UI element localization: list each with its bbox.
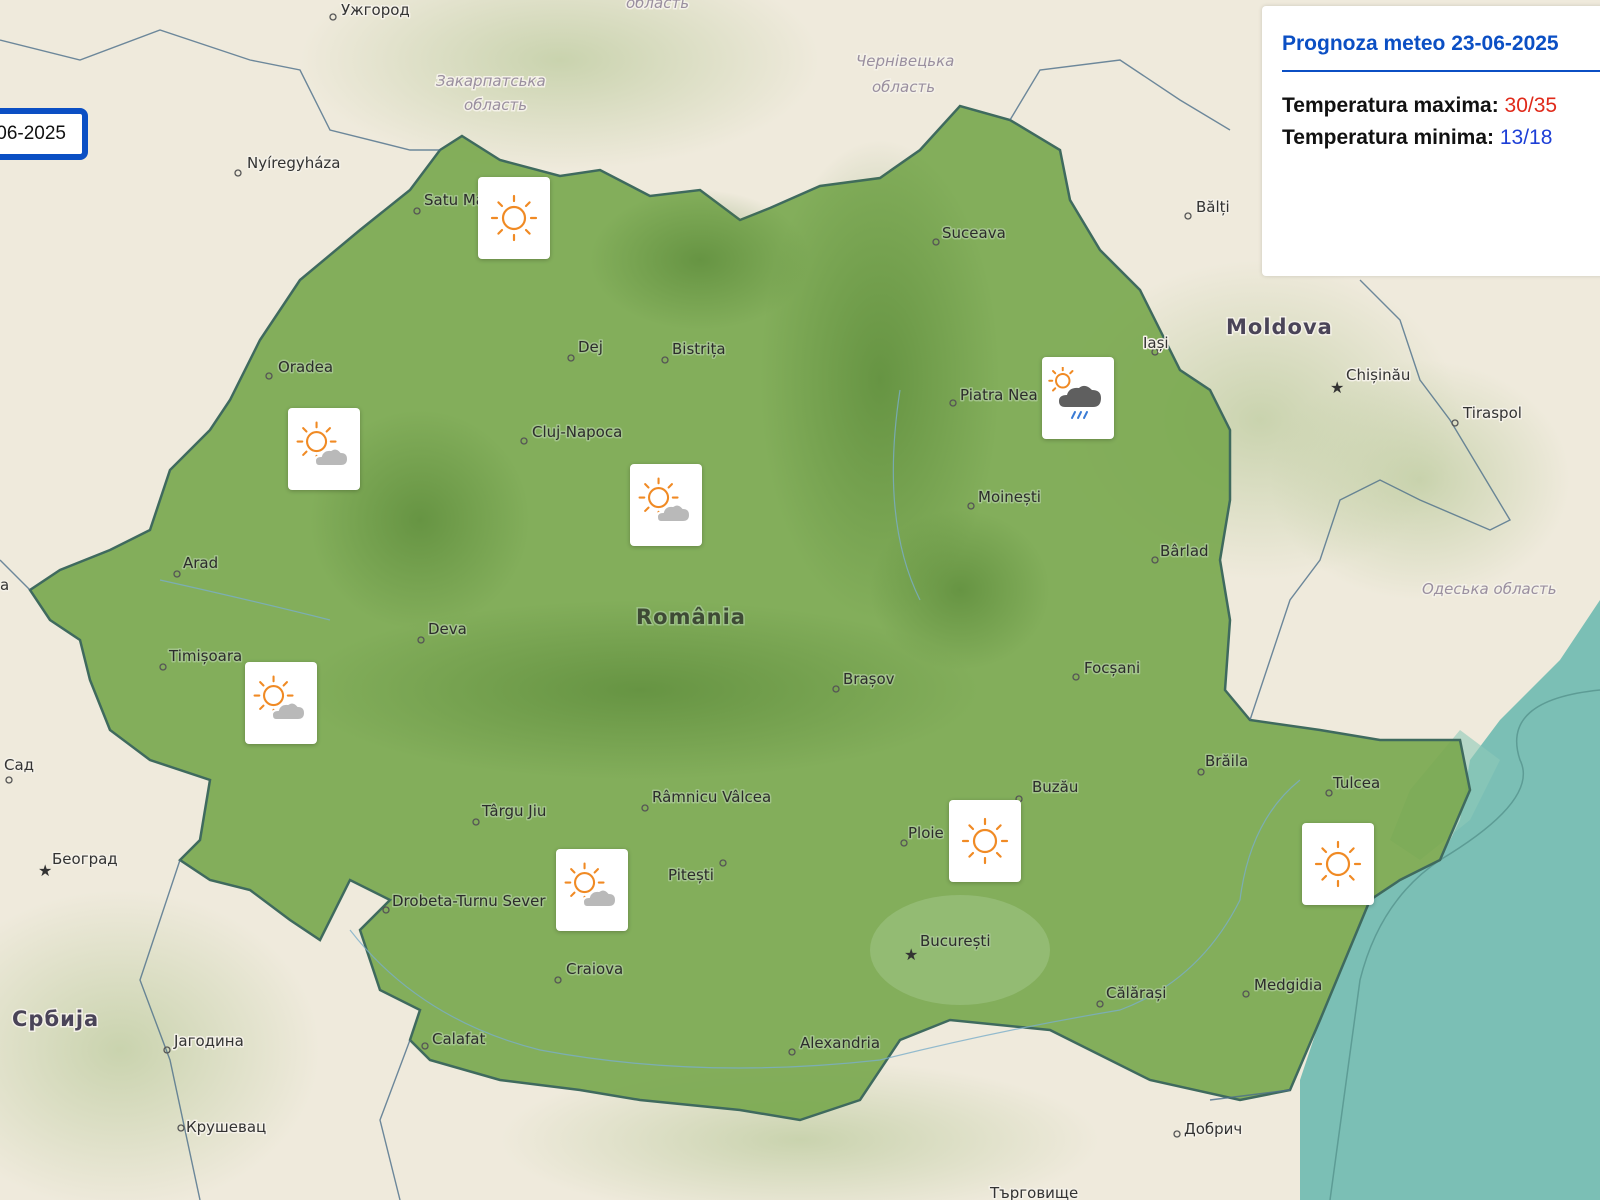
city-label: Deva	[428, 620, 467, 638]
city-label: Јагодина	[173, 1032, 244, 1050]
weather-marker-craiova[interactable]	[556, 849, 628, 931]
max-temperature-row: Temperatura maxima: 30/35	[1282, 94, 1557, 118]
city-label: Satu Ma	[424, 191, 485, 209]
city-label: Сад	[4, 756, 34, 774]
city-label: Ужгород	[341, 1, 410, 19]
sun-cloud-icon	[296, 421, 350, 468]
city-label: Alexandria	[800, 1034, 880, 1052]
capital-star: ★	[38, 861, 52, 880]
city-label: Brăila	[1205, 752, 1248, 770]
forecast-title: Prognoza meteo 23-06-2025	[1282, 32, 1559, 55]
city-label: Craiova	[566, 960, 623, 978]
city-label: Добрич	[1184, 1120, 1242, 1138]
capital-star: ★	[1330, 378, 1344, 397]
city-label: Râmnicu Vâlcea	[652, 788, 771, 806]
city-label: Târgu Jiu	[481, 802, 546, 820]
city-label: Крушевац	[186, 1118, 266, 1136]
city-label: Tulcea	[1332, 774, 1380, 792]
city-label: Bălți	[1196, 198, 1230, 216]
city-label: Buzău	[1032, 778, 1078, 796]
weather-marker-constanta[interactable]	[1302, 823, 1374, 905]
country-label-moldova: Moldova	[1226, 315, 1333, 339]
bucharest-area	[870, 895, 1050, 1005]
min-temperature-row: Temperatura minima: 13/18	[1282, 126, 1552, 150]
city-label: Focșani	[1084, 659, 1140, 677]
city-label: București	[920, 932, 990, 950]
region-label: Одеська область	[1422, 580, 1557, 598]
region-label: Чернівецька	[856, 52, 954, 70]
city-label: Chișinău	[1346, 366, 1410, 384]
city-label: Călărași	[1106, 984, 1166, 1002]
date-selector-label: 06-2025	[0, 123, 66, 144]
city-label: Arad	[183, 554, 218, 572]
city-label: Suceava	[942, 224, 1006, 242]
sun-icon	[961, 817, 1009, 865]
city-label: Brașov	[843, 670, 895, 688]
country-label-romania: România	[636, 605, 746, 629]
weather-marker-bucuresti[interactable]	[949, 800, 1021, 882]
sun-cloud-rain-icon	[1047, 367, 1103, 420]
region-label: область	[626, 0, 689, 12]
city-label: Београд	[52, 850, 118, 868]
city-label: Calafat	[432, 1030, 485, 1048]
city-label: Iași	[1143, 334, 1169, 352]
city-label: Drobeta-Turnu Sever	[392, 892, 546, 910]
date-selector[interactable]: 06-2025	[0, 108, 88, 160]
city-label: Piatra Nea	[960, 386, 1038, 404]
capital-star: ★	[904, 945, 918, 964]
weather-marker-timisoara[interactable]	[245, 662, 317, 744]
city-label: Oradea	[278, 358, 333, 376]
sun-cloud-icon	[638, 477, 692, 524]
city-label: Bârlad	[1160, 542, 1209, 560]
city-label: Търговище	[989, 1184, 1078, 1200]
max-temperature-label: Temperatura maxima:	[1282, 94, 1505, 117]
city-label: Dej	[578, 338, 603, 356]
city-label: Timișoara	[168, 647, 242, 665]
region-label: область	[464, 96, 527, 114]
city-label: Tiraspol	[1462, 404, 1522, 422]
min-temperature-label: Temperatura minima:	[1282, 126, 1500, 149]
region-label: область	[872, 78, 935, 96]
weather-marker-satu-mare[interactable]	[478, 177, 550, 259]
weather-marker-cluj[interactable]	[630, 464, 702, 546]
sun-cloud-icon	[564, 862, 618, 909]
city-label: a	[0, 576, 9, 594]
city-label: Ploie	[908, 824, 944, 842]
city-label: Cluj-Napoca	[532, 423, 622, 441]
city-label: Nyíregyháza	[247, 154, 341, 172]
city-label: Moinești	[978, 488, 1041, 506]
sun-icon	[1314, 840, 1362, 888]
forecast-panel: Prognoza meteo 23-06-2025 Temperatura ma…	[1262, 6, 1600, 276]
city-label: Medgidia	[1254, 976, 1322, 994]
min-temperature-value: 13/18	[1499, 126, 1553, 149]
city-label: Pitești	[668, 866, 714, 884]
city-label: Bistrița	[672, 340, 726, 358]
sun-icon	[490, 194, 538, 242]
sun-cloud-icon	[253, 675, 307, 722]
max-temperature-value: 30/35	[1504, 94, 1558, 117]
weather-marker-oradea[interactable]	[288, 408, 360, 490]
title-divider	[1282, 70, 1600, 72]
region-label: Закарпатська	[436, 72, 546, 90]
weather-marker-iasi[interactable]	[1042, 357, 1114, 439]
country-label-serbia: Србија	[12, 1007, 99, 1031]
